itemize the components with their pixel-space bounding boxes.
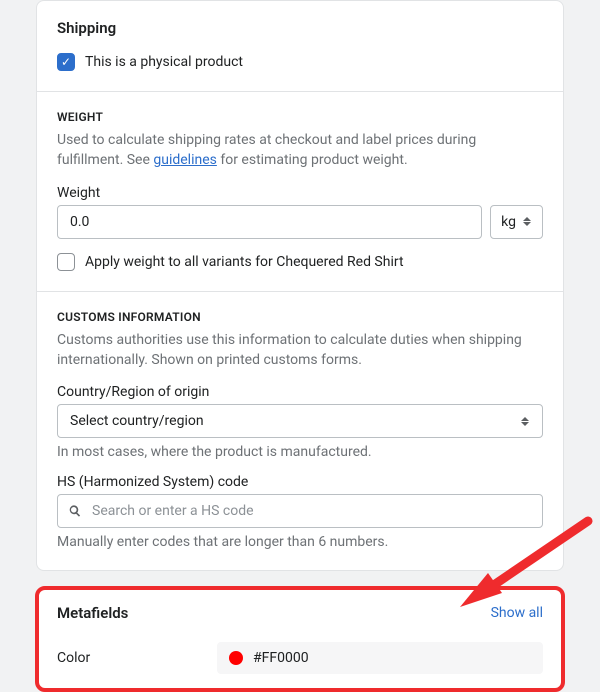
weight-unit-select[interactable]: kg xyxy=(490,205,543,239)
color-swatch xyxy=(229,651,243,665)
weight-desc: Used to calculate shipping rates at chec… xyxy=(57,130,543,171)
search-icon xyxy=(67,503,83,519)
country-label: Country/Region of origin xyxy=(57,384,543,400)
apply-weight-checkbox[interactable] xyxy=(57,253,75,271)
weight-input[interactable] xyxy=(57,205,482,239)
weight-section: WEIGHT Used to calculate shipping rates … xyxy=(37,92,563,291)
metafields-title: Metafields xyxy=(57,604,128,622)
apply-weight-label: Apply weight to all variants for Chequer… xyxy=(85,254,404,270)
hs-label: HS (Harmonized System) code xyxy=(57,474,543,490)
metafield-hex: #FF0000 xyxy=(253,650,309,666)
metafields-card: Metafields Show all Color #FF0000 xyxy=(36,587,564,691)
metafield-row: Color #FF0000 xyxy=(37,636,563,686)
country-value: Select country/region xyxy=(70,413,204,429)
hs-code-input[interactable] xyxy=(57,494,543,528)
weight-unit-value: kg xyxy=(501,214,516,230)
check-icon: ✓ xyxy=(61,56,71,68)
metafield-value[interactable]: #FF0000 xyxy=(217,642,543,674)
country-helper: In most cases, where the product is manu… xyxy=(57,444,543,460)
metafield-key: Color xyxy=(57,650,217,666)
physical-product-checkbox[interactable]: ✓ xyxy=(57,53,75,71)
show-all-link[interactable]: Show all xyxy=(491,605,543,621)
shipping-title: Shipping xyxy=(57,19,543,37)
select-sort-icon xyxy=(520,417,530,426)
shipping-card: Shipping ✓ This is a physical product WE… xyxy=(36,0,564,571)
physical-product-label: This is a physical product xyxy=(85,54,243,70)
select-sort-icon xyxy=(522,217,532,226)
weight-label: Weight xyxy=(57,185,543,201)
customs-heading: CUSTOMS INFORMATION xyxy=(57,310,543,324)
country-select[interactable]: Select country/region xyxy=(57,404,543,438)
customs-desc: Customs authorities use this information… xyxy=(57,330,543,371)
customs-section: CUSTOMS INFORMATION Customs authorities … xyxy=(37,292,563,571)
guidelines-link[interactable]: guidelines xyxy=(153,152,217,168)
hs-helper: Manually enter codes that are longer tha… xyxy=(57,534,543,550)
weight-heading: WEIGHT xyxy=(57,110,543,124)
